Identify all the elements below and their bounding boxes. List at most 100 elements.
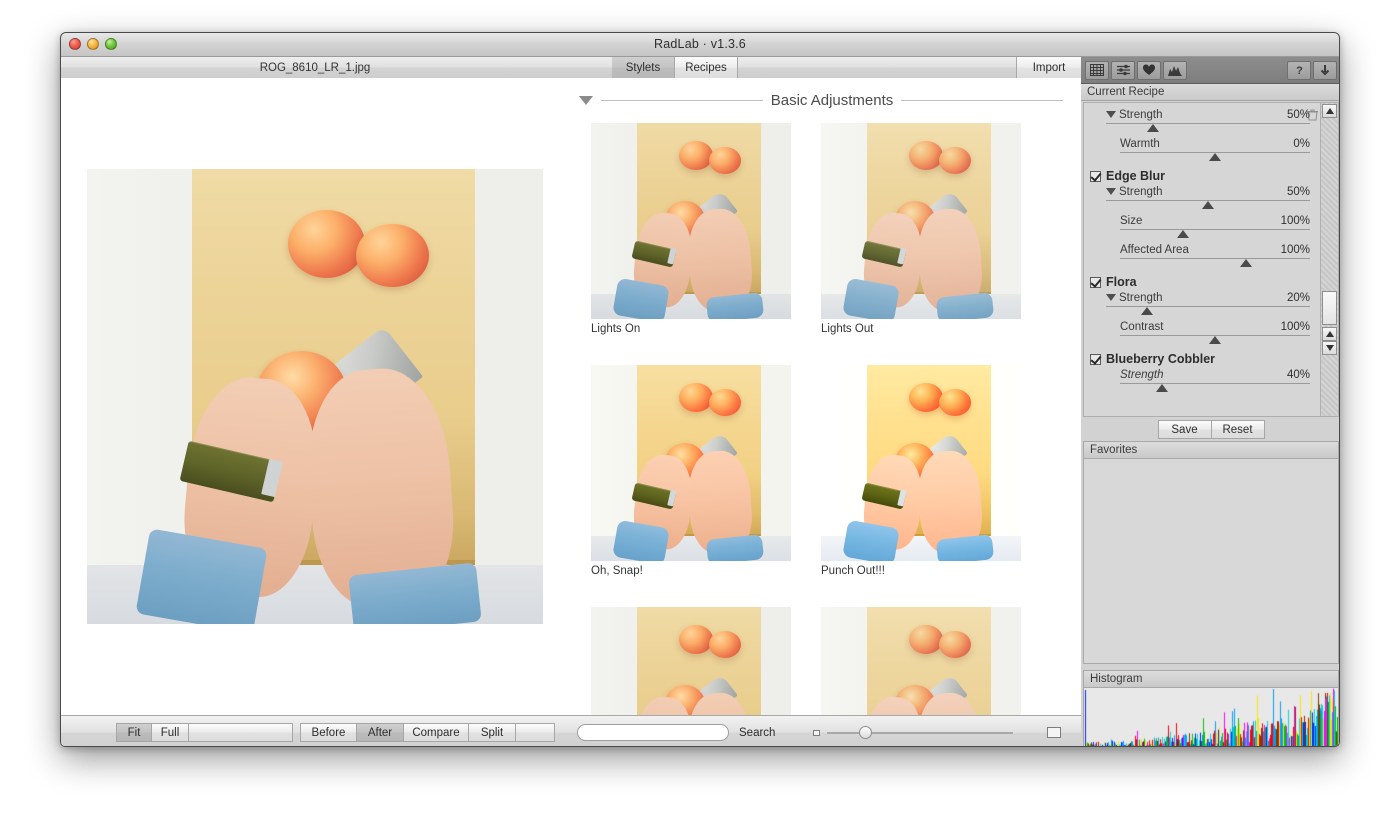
param-disclosure-icon[interactable] xyxy=(1106,111,1116,118)
inspector-pane: ? Current Recipe Strength 50% Warmth 0% … xyxy=(1081,57,1339,746)
before-button[interactable]: Before xyxy=(300,723,357,742)
recipe-param-row[interactable]: Affected Area 100% xyxy=(1098,242,1338,271)
reset-button[interactable]: Reset xyxy=(1210,420,1265,439)
view-mode-group: Before After Compare Split xyxy=(300,723,555,742)
recipe-scrollbar-thumb[interactable] xyxy=(1322,291,1337,325)
large-thumbnail-icon xyxy=(1047,727,1062,738)
section-title: Basic Adjustments xyxy=(770,92,894,109)
param-slider[interactable] xyxy=(1106,199,1310,209)
trash-icon[interactable] xyxy=(1307,108,1318,126)
recipe-param-row[interactable]: Contrast 100% xyxy=(1098,319,1338,348)
recipe-group-header[interactable]: Blueberry Cobbler xyxy=(1084,109,1338,367)
app-window: RadLab · v1.3.6 ROG_8610_LR_1.jpg Fit Fu… xyxy=(60,32,1340,747)
stylets-scroll-area[interactable]: Basic Adjustments Lights On Lights Out O… xyxy=(569,78,1081,715)
tab-stylets[interactable]: Stylets xyxy=(612,57,675,78)
stylet-item[interactable]: Lights On xyxy=(591,123,791,335)
recipe-scrollbar[interactable] xyxy=(1320,103,1338,416)
param-label: Warmth xyxy=(1120,138,1160,150)
window-body: ROG_8610_LR_1.jpg Fit Full Before After … xyxy=(61,57,1339,746)
recipe-scroll-up-button-2[interactable] xyxy=(1322,327,1337,341)
param-slider[interactable] xyxy=(1106,305,1310,315)
group-checkbox[interactable] xyxy=(1090,353,1101,365)
divider xyxy=(601,100,763,101)
param-slider[interactable] xyxy=(1120,334,1310,344)
param-disclosure-icon[interactable] xyxy=(1106,294,1116,301)
param-slider[interactable] xyxy=(1120,228,1310,238)
histogram-label: Histogram xyxy=(1090,673,1143,685)
help-icon[interactable]: ? xyxy=(1287,60,1311,80)
recipe-param-row[interactable]: Strength 50% xyxy=(1098,103,1338,136)
disclosure-triangle-icon[interactable] xyxy=(579,96,593,105)
split-button[interactable]: Split xyxy=(468,723,516,742)
favorites-list[interactable] xyxy=(1083,458,1339,664)
thumbnail-size-slider[interactable] xyxy=(813,724,1014,742)
section-basic-adjustments[interactable]: Basic Adjustments xyxy=(569,78,1081,115)
full-button[interactable]: Full xyxy=(151,723,189,742)
stylet-thumbnail[interactable] xyxy=(591,123,791,319)
stylet-thumbnail[interactable] xyxy=(821,365,1021,561)
view-spacer xyxy=(515,723,555,742)
stylet-thumbnail[interactable] xyxy=(821,607,1021,715)
file-name-label: ROG_8610_LR_1.jpg xyxy=(259,61,371,74)
stylet-thumbnail[interactable] xyxy=(591,365,791,561)
stylet-label: Oh, Snap! xyxy=(591,565,643,577)
screen: RadLab · v1.3.6 ROG_8610_LR_1.jpg Fit Fu… xyxy=(0,0,1394,822)
group-name: Flora xyxy=(1106,275,1137,289)
histogram-header: Histogram xyxy=(1083,670,1339,687)
group-checkbox[interactable] xyxy=(1090,170,1101,182)
recipe-group-header[interactable]: Flora xyxy=(1084,271,1338,290)
inspector-toolbar: ? xyxy=(1081,57,1339,84)
param-slider[interactable] xyxy=(1120,151,1310,161)
param-value: 50% xyxy=(1286,186,1310,198)
stylet-thumbnail[interactable] xyxy=(821,123,1021,319)
recipe-scroll-down-button[interactable] xyxy=(1322,341,1337,355)
param-slider[interactable] xyxy=(1120,382,1310,392)
param-label: Strength xyxy=(1120,369,1164,381)
recipe-param-row[interactable]: Strength 50% xyxy=(1098,184,1338,213)
param-slider[interactable] xyxy=(1106,122,1310,132)
param-value: 0% xyxy=(1293,138,1310,150)
param-disclosure-icon[interactable] xyxy=(1106,188,1116,195)
tab-recipes[interactable]: Recipes xyxy=(675,57,738,78)
recipe-scroll-up-button[interactable] xyxy=(1322,104,1337,118)
preview-pane: ROG_8610_LR_1.jpg Fit Full Before After … xyxy=(61,57,570,746)
image-canvas[interactable] xyxy=(61,78,570,715)
fit-button[interactable]: Fit xyxy=(116,723,152,742)
stylet-item[interactable]: Lights Out xyxy=(821,123,1021,335)
search-label[interactable]: Search xyxy=(729,727,785,739)
after-button[interactable]: After xyxy=(356,723,404,742)
stylet-item[interactable]: Punch Out!!! xyxy=(821,365,1021,577)
param-label: Contrast xyxy=(1120,321,1164,333)
stylet-grid: Lights On Lights Out Oh, Snap! Punch Out… xyxy=(569,115,1081,715)
group-checkbox[interactable] xyxy=(1090,276,1101,288)
download-icon[interactable] xyxy=(1313,60,1337,80)
param-slider[interactable] xyxy=(1120,257,1310,267)
compare-button[interactable]: Compare xyxy=(403,723,469,742)
histogram-display xyxy=(1083,687,1339,746)
heart-icon[interactable] xyxy=(1137,60,1161,80)
recipe-param-row[interactable]: Strength 20% xyxy=(1098,290,1338,319)
grid-icon[interactable] xyxy=(1085,60,1109,80)
sliders-icon[interactable] xyxy=(1111,60,1135,80)
recipe-group-header[interactable]: Edge Blur xyxy=(1084,165,1338,184)
save-button[interactable]: Save xyxy=(1157,420,1212,439)
recipe-param-row[interactable]: Warmth 0% xyxy=(1098,136,1338,165)
search-input[interactable] xyxy=(577,724,729,741)
recipe-param-row[interactable]: Size 100% xyxy=(1098,213,1338,242)
stylet-item[interactable] xyxy=(591,607,791,715)
stylet-item[interactable]: Oh, Snap! xyxy=(591,365,791,577)
recipe-list[interactable]: Strength 50% Warmth 0% Edge Blur Strengt… xyxy=(1083,102,1339,417)
preview-photo xyxy=(87,169,543,624)
size-slider-knob[interactable] xyxy=(859,726,873,739)
stylet-item[interactable] xyxy=(821,607,1021,715)
histogram-icon[interactable] xyxy=(1163,60,1187,80)
import-button[interactable]: Import xyxy=(1016,57,1081,78)
preview-toolbar: Fit Full Before After Compare Split xyxy=(61,715,569,746)
file-name-tab[interactable]: ROG_8610_LR_1.jpg xyxy=(61,57,569,79)
save-reset-row: Save Reset xyxy=(1083,420,1339,439)
param-value: 100% xyxy=(1280,215,1310,227)
stylet-thumbnail[interactable] xyxy=(591,607,791,715)
stylet-label: Lights On xyxy=(591,323,641,335)
recipe-param-row[interactable]: Strength 40% xyxy=(1098,367,1338,396)
current-recipe-header: Current Recipe xyxy=(1081,84,1339,101)
